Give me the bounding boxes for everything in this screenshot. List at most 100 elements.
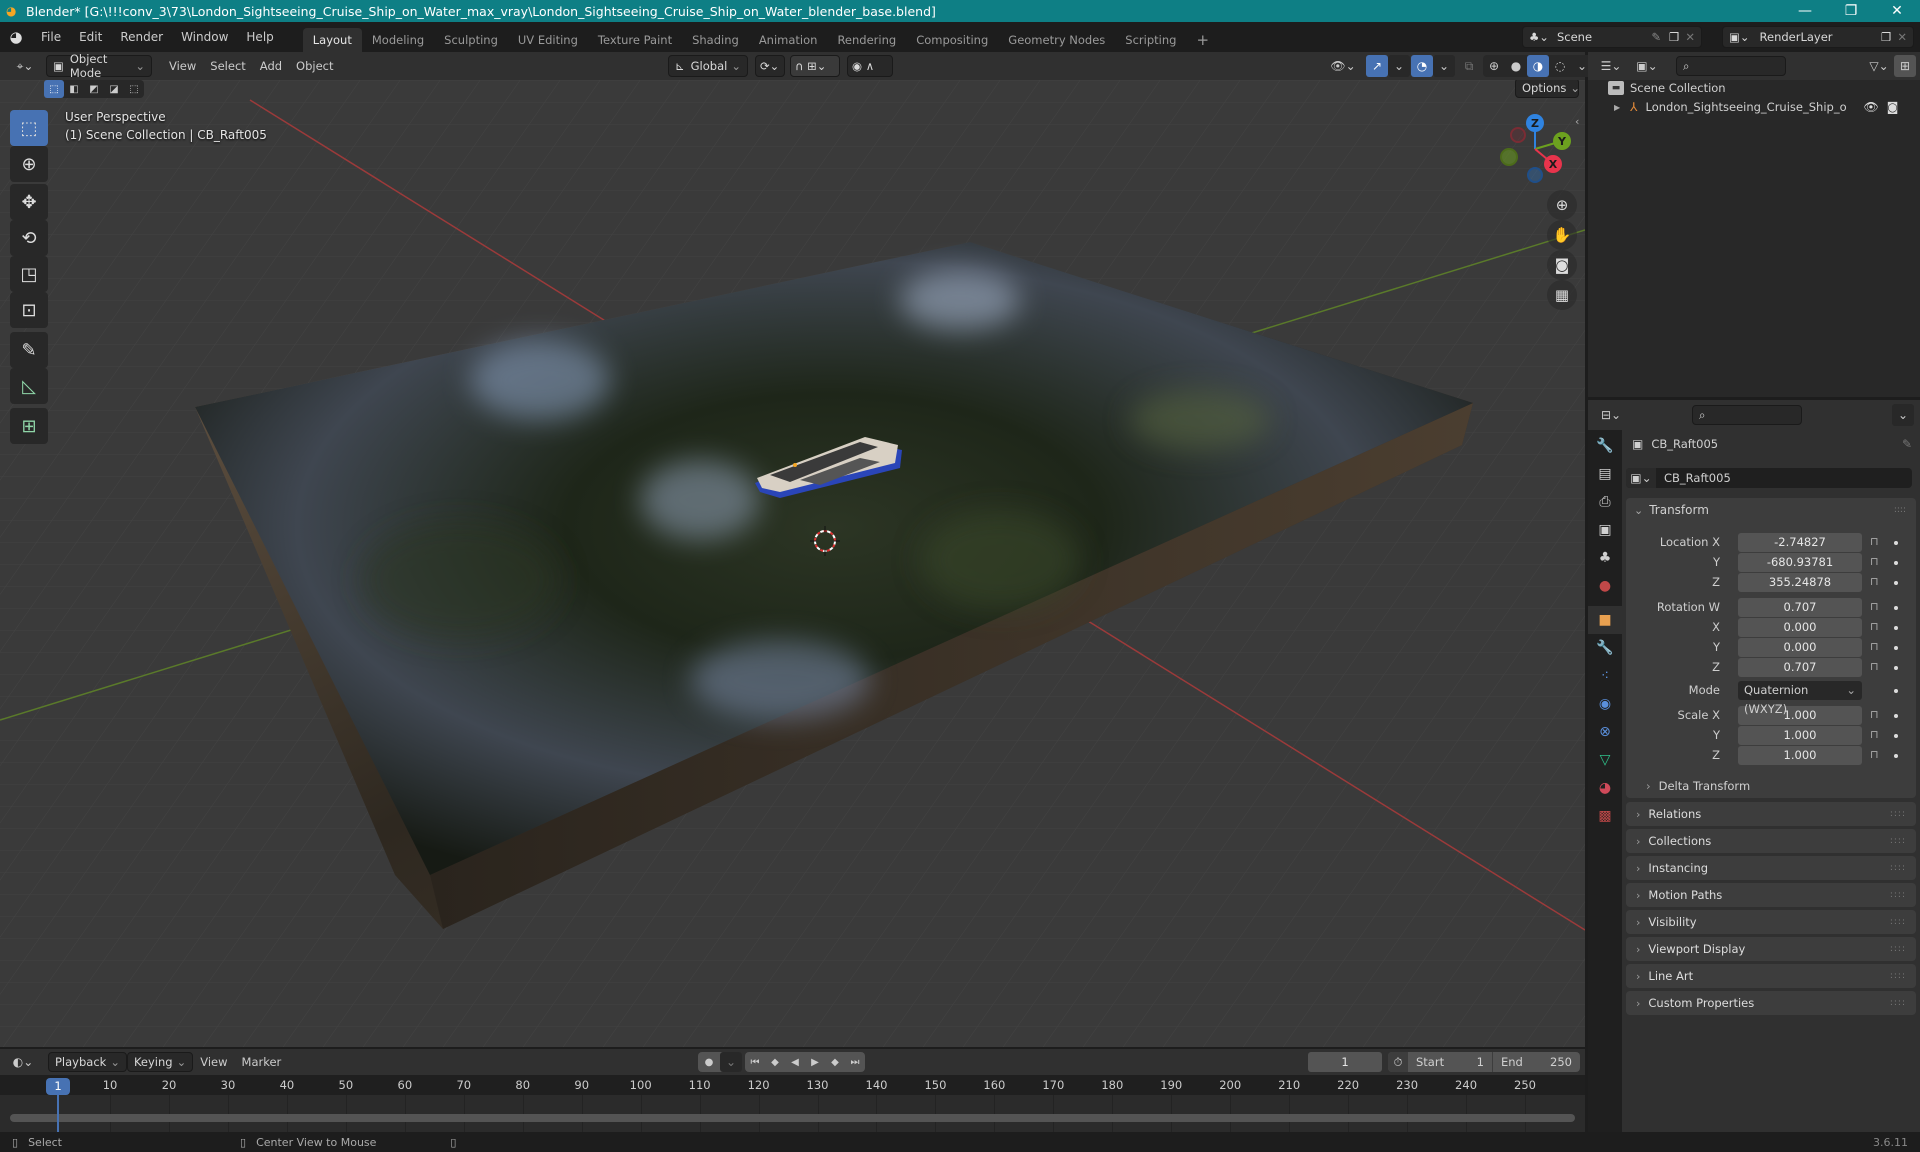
camera-view-icon[interactable]: ◙ (1547, 250, 1577, 280)
playhead-frame-indicator[interactable]: 1 (46, 1078, 70, 1095)
new-view-layer-icon[interactable]: ❐ (1881, 30, 1891, 44)
tab-particles[interactable]: ⁖ (1588, 662, 1622, 690)
object-browse-icon[interactable]: ▣⌄ (1626, 468, 1656, 488)
delta-transform-subpanel[interactable]: › Delta Transform (1646, 776, 1750, 796)
keyframe-dot-icon[interactable] (1894, 541, 1898, 545)
solid-shading-icon[interactable]: ● (1505, 55, 1527, 77)
menu-render[interactable]: Render (111, 22, 172, 52)
tool-select-box[interactable]: ⬚ (10, 110, 48, 146)
panel-collections[interactable]: › Collections:::: (1626, 829, 1916, 853)
properties-options-icon[interactable]: ⌄ (1892, 404, 1914, 426)
new-scene-icon[interactable]: ❐ (1669, 30, 1679, 44)
scale-y-field[interactable]: 1.000 (1738, 726, 1862, 745)
panel-motion-paths[interactable]: › Motion Paths:::: (1626, 883, 1916, 907)
proportional-edit-toggle[interactable]: ◉ ∧ (847, 55, 893, 77)
rendered-shading-icon[interactable]: ◌ (1549, 55, 1571, 77)
panel-instancing[interactable]: › Instancing:::: (1626, 856, 1916, 880)
keyframe-dot-icon[interactable] (1894, 714, 1898, 718)
outliner-item[interactable]: ▶ ⅄ London_Sightseeing_Cruise_Ship_on_Wa… (1614, 97, 1918, 117)
play-reverse-icon[interactable]: ◀ (785, 1052, 805, 1072)
end-frame-field[interactable]: End 250 (1492, 1052, 1580, 1072)
gizmo-neg-y-axis[interactable] (1500, 148, 1518, 166)
unlock-icon[interactable]: ⊓ (1870, 620, 1879, 633)
timeline-track-area[interactable] (0, 1095, 1585, 1132)
gizmo-x-axis[interactable]: X (1544, 155, 1562, 173)
properties-editor-type-icon[interactable]: ⊟⌄ (1596, 404, 1626, 426)
pivot-point-button[interactable]: ⟳⌄ (755, 55, 785, 77)
drag-handle-icon[interactable]: :::: (1890, 917, 1906, 927)
tab-geometry-nodes[interactable]: Geometry Nodes (998, 28, 1115, 52)
drag-handle-icon[interactable]: :::: (1890, 944, 1906, 954)
timeline-view-menu[interactable]: View (193, 1051, 234, 1073)
keyframe-dot-icon[interactable] (1894, 666, 1898, 670)
panel-relations[interactable]: › Relations:::: (1626, 802, 1916, 826)
menu-select[interactable]: Select (203, 55, 252, 77)
minimize-button[interactable]: — (1782, 0, 1828, 22)
outliner-search-input[interactable]: ⌕ (1676, 56, 1786, 76)
select-new-icon[interactable]: ⬚ (44, 80, 64, 98)
gizmo-neg-x-axis[interactable] (1510, 127, 1526, 143)
drag-handle-icon[interactable]: :::: (1894, 505, 1906, 515)
play-icon[interactable]: ▶ (805, 1052, 825, 1072)
camera-icon[interactable]: ◙ (1887, 100, 1899, 114)
overlay-dropdown-icon[interactable]: ⌄ (1433, 55, 1455, 77)
wireframe-shading-icon[interactable]: ⊕ (1483, 55, 1505, 77)
menu-file[interactable]: File (32, 22, 70, 52)
next-keyframe-icon[interactable]: ◆ (825, 1052, 845, 1072)
jump-start-icon[interactable]: ⏮ (745, 1052, 765, 1072)
stopwatch-icon[interactable]: ⏱ (1388, 1052, 1408, 1072)
properties-search-input[interactable]: ⌕ (1692, 405, 1802, 425)
tab-constraints[interactable]: ⊗ (1588, 718, 1622, 746)
view-layer-selector[interactable]: ▣⌄ RenderLayer ❐ ✕ (1722, 26, 1914, 48)
tab-object[interactable]: ■ (1588, 606, 1622, 634)
filter-icon[interactable]: ▽⌄ (1864, 55, 1894, 77)
tab-rendering[interactable]: Rendering (827, 28, 906, 52)
rotation-z-field[interactable]: 0.707 (1738, 658, 1862, 677)
tab-uv-editing[interactable]: UV Editing (508, 28, 588, 52)
mode-selector[interactable]: ▣ Object Mode ⌄ (46, 52, 152, 80)
rotation-mode-dropdown[interactable]: Quaternion (WXYZ) ⌄ (1738, 681, 1862, 716)
tab-texture-paint[interactable]: Texture Paint (588, 28, 682, 52)
scale-z-field[interactable]: 1.000 (1738, 746, 1862, 765)
unlock-icon[interactable]: ⊓ (1870, 600, 1879, 613)
record-icon[interactable]: ● (698, 1052, 720, 1072)
tab-output[interactable]: ⎙ (1588, 488, 1622, 516)
unlock-icon[interactable]: ⊓ (1870, 660, 1879, 673)
start-frame-field[interactable]: Start 1 (1408, 1052, 1492, 1072)
jump-end-icon[interactable]: ⏭ (845, 1052, 865, 1072)
orientation-selector[interactable]: ⊾ Global ⌄ (668, 55, 748, 77)
remove-scene-icon[interactable]: ✕ (1685, 30, 1695, 44)
tab-modifiers[interactable]: 🔧 (1588, 634, 1622, 662)
drag-handle-icon[interactable]: :::: (1890, 836, 1906, 846)
rotation-y-field[interactable]: 0.000 (1738, 638, 1862, 657)
xray-toggle-icon[interactable]: ⧉ (1458, 55, 1480, 77)
drag-handle-icon[interactable]: :::: (1890, 809, 1906, 819)
keyframe-dot-icon[interactable] (1894, 734, 1898, 738)
unlock-icon[interactable]: ⊓ (1870, 728, 1879, 741)
tab-view-layer[interactable]: ▣ (1588, 516, 1622, 544)
tab-modeling[interactable]: Modeling (362, 28, 434, 52)
location-y-field[interactable]: -680.93781 (1738, 553, 1862, 572)
keyframe-dot-icon[interactable] (1894, 581, 1898, 585)
drag-handle-icon[interactable]: :::: (1890, 998, 1906, 1008)
location-x-field[interactable]: -2.74827 (1738, 533, 1862, 552)
outliner-scene-collection[interactable]: ▬ Scene Collection (1608, 78, 1726, 98)
navigation-gizmo[interactable]: Z Y X (1490, 105, 1585, 205)
pan-view-icon[interactable]: ✋ (1547, 220, 1577, 250)
drag-handle-icon[interactable]: :::: (1890, 863, 1906, 873)
sidebar-toggle-icon[interactable]: ‹ (1575, 115, 1579, 128)
gizmo-toggle-icon[interactable]: ↗ (1366, 55, 1388, 77)
tab-shading[interactable]: Shading (682, 28, 749, 52)
tab-animation[interactable]: Animation (749, 28, 828, 52)
rotation-x-field[interactable]: 0.000 (1738, 618, 1862, 637)
tab-compositing[interactable]: Compositing (906, 28, 998, 52)
scene-selector[interactable]: ♣⌄ Scene ✎ ❐ ✕ (1522, 26, 1702, 48)
timeline-scrollbar[interactable] (10, 1114, 1575, 1122)
tab-layout[interactable]: Layout (302, 28, 362, 52)
pin-icon[interactable]: ✎ (1651, 30, 1661, 44)
options-dropdown[interactable]: Options ⌄ (1515, 80, 1580, 98)
eye-icon[interactable]: 👁 (1864, 100, 1879, 114)
transform-panel-header[interactable]: ⌄ Transform :::: (1626, 498, 1916, 522)
unlock-icon[interactable]: ⊓ (1870, 555, 1879, 568)
perspective-toggle-icon[interactable]: ▦ (1547, 280, 1577, 310)
